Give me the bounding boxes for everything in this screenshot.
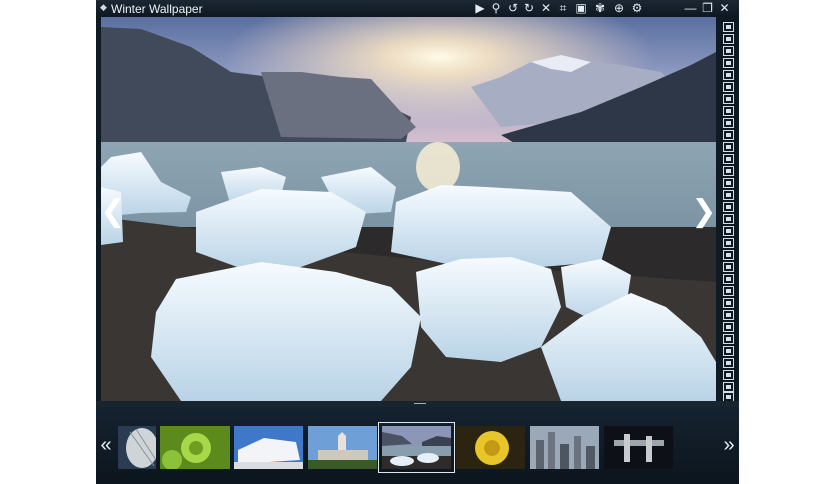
side-tool-icon[interactable] [723, 94, 734, 104]
thumbnail-image [382, 426, 451, 469]
thumbnail-image [234, 426, 303, 469]
thumbnail-image [118, 426, 156, 469]
side-tool-icon[interactable] [723, 178, 734, 188]
side-tool-icon[interactable] [723, 382, 734, 392]
thumbnail-image [308, 426, 377, 469]
side-tool-icon[interactable] [723, 46, 734, 56]
thumbnail[interactable] [118, 426, 156, 469]
side-tool-icon[interactable] [723, 346, 734, 356]
restore-button[interactable]: ❐ [700, 1, 715, 16]
close-image-icon[interactable]: ✕ [539, 1, 553, 16]
side-tool-icon[interactable] [723, 262, 734, 272]
side-tool-icon[interactable] [723, 142, 734, 152]
close-button[interactable]: ✕ [717, 1, 732, 16]
side-tool-icon[interactable] [723, 22, 734, 32]
thumbnail-selected[interactable] [378, 422, 455, 473]
side-tool-icon[interactable] [723, 274, 734, 284]
play-icon[interactable]: ▶ [473, 1, 487, 16]
side-tool-icon[interactable] [723, 34, 734, 44]
filmstrip-next-button[interactable]: » [720, 433, 738, 457]
settings-icon[interactable]: ⚙ [630, 1, 644, 16]
previous-image-button[interactable]: ❮ [101, 192, 127, 232]
filmstrip-prev-button[interactable]: « [97, 433, 115, 457]
thumbnail[interactable] [308, 426, 377, 469]
side-tool-icon[interactable] [723, 310, 734, 320]
app-window: ◆ Winter Wallpaper ▶ ⚲ ↺ ↻ ✕ ⌗ ▣ ✾ ⊕ ⚙ —… [96, 0, 739, 484]
side-tool-icon[interactable] [723, 166, 734, 176]
rotate-right-icon[interactable]: ↻ [522, 1, 536, 16]
side-tool-icon[interactable] [723, 58, 734, 68]
side-tool-icon[interactable] [723, 286, 734, 296]
side-tool-icon[interactable] [723, 334, 734, 344]
crop-icon[interactable]: ⌗ [556, 1, 570, 16]
side-tool-icon[interactable] [723, 298, 734, 308]
rotate-left-icon[interactable]: ↺ [506, 1, 520, 16]
side-tool-icon[interactable] [723, 106, 734, 116]
side-tool-icon[interactable] [723, 190, 734, 200]
zoom-icon[interactable]: ⚲ [489, 1, 503, 16]
side-tool-icon[interactable] [723, 82, 734, 92]
thumbnail[interactable] [160, 426, 230, 469]
side-tool-icon[interactable] [723, 226, 734, 236]
side-tool-icon[interactable] [723, 118, 734, 128]
thumbnail[interactable] [604, 426, 673, 469]
side-tool-icon[interactable] [723, 358, 734, 368]
side-toolbar [721, 19, 737, 403]
pan-icon[interactable]: ⊕ [612, 1, 626, 16]
thumbnail-image [604, 426, 673, 469]
side-tool-icon[interactable] [723, 202, 734, 212]
minimize-button[interactable]: — [683, 1, 698, 16]
thumbnail[interactable] [456, 426, 525, 469]
thumbnail-image [160, 426, 230, 469]
window-title: Winter Wallpaper [111, 2, 203, 16]
next-image-button[interactable]: ❯ [690, 192, 716, 232]
thumbnail[interactable] [234, 426, 303, 469]
side-tool-icon[interactable] [723, 250, 734, 260]
thumbnail[interactable] [530, 426, 599, 469]
side-tool-icon[interactable] [723, 238, 734, 248]
winter-landscape-image [101, 17, 716, 401]
side-tool-icon[interactable] [723, 70, 734, 80]
side-tool-icon[interactable] [723, 214, 734, 224]
image-viewer[interactable]: ❮ ❯ [101, 17, 716, 401]
thumbnail-image [456, 426, 525, 469]
side-tool-icon[interactable] [723, 154, 734, 164]
fit-icon[interactable]: ▣ [574, 1, 588, 16]
effects-icon[interactable]: ✾ [593, 1, 607, 16]
thumbnail-image [530, 426, 599, 469]
title-menu-icon[interactable]: ◆ [100, 2, 107, 13]
side-tool-icon[interactable] [723, 370, 734, 380]
title-bar[interactable]: ◆ Winter Wallpaper ▶ ⚲ ↺ ↻ ✕ ⌗ ▣ ✾ ⊕ ⚙ —… [96, 0, 739, 17]
side-tool-icon[interactable] [723, 322, 734, 332]
side-tool-icon[interactable] [723, 130, 734, 140]
